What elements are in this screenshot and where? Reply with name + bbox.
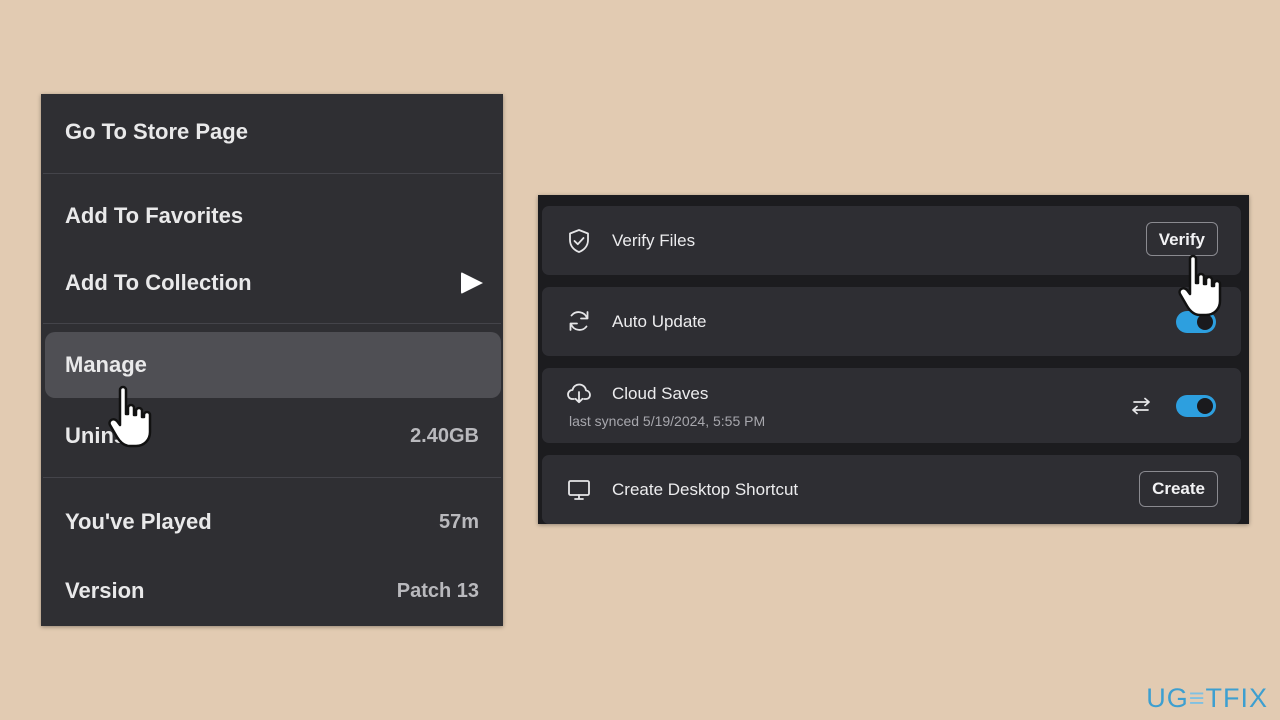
cloud-saves-row: Cloud Saves last synced 5/19/2024, 5:55 …: [542, 368, 1241, 443]
menu-divider: [43, 173, 501, 174]
create-desktop-shortcut-label: Create Desktop Shortcut: [612, 480, 799, 499]
verify-files-label: Verify Files: [612, 231, 696, 250]
create-shortcut-button[interactable]: Create: [1139, 471, 1218, 507]
refresh-icon: [566, 308, 592, 334]
hand-pointer-icon: [1176, 253, 1234, 319]
menu-item-add-to-collection[interactable]: Add To Collection: [45, 251, 501, 315]
menu-item-label: Manage: [65, 352, 147, 377]
menu-item-label: Add To Collection: [65, 270, 252, 295]
toggle-knob: [1197, 398, 1213, 414]
cloud-saves-label: Cloud Saves: [612, 384, 709, 403]
menu-divider: [43, 477, 501, 478]
verify-files-row: Verify Files Verify: [542, 206, 1241, 275]
play-arrow-icon: [461, 272, 483, 294]
create-desktop-shortcut-row: Create Desktop Shortcut Create: [542, 455, 1241, 524]
verify-button[interactable]: Verify: [1145, 222, 1218, 256]
menu-item-label: Version: [65, 578, 145, 603]
shield-check-icon: [566, 228, 592, 254]
cloud-download-icon: [566, 380, 592, 406]
menu-divider: [43, 323, 501, 324]
version-value: Patch 13: [396, 579, 479, 602]
menu-item-add-to-favorites[interactable]: Add To Favorites: [45, 184, 501, 248]
auto-update-row: Auto Update: [542, 287, 1241, 356]
monitor-icon: [566, 477, 592, 503]
menu-item-version: Version Patch 13: [45, 559, 501, 623]
hand-pointer-icon: [106, 384, 164, 450]
cloud-saves-toggle[interactable]: [1176, 395, 1216, 417]
swap-arrows-icon[interactable]: [1129, 396, 1153, 416]
menu-item-label: You've Played: [65, 509, 212, 534]
watermark-logo: UG≡TFIX: [1146, 683, 1268, 713]
last-synced-text: last synced 5/19/2024, 5:55 PM: [569, 413, 766, 429]
game-settings-panel: Verify Files Verify Auto Update Cloud Sa…: [538, 195, 1249, 524]
played-time: 57m: [438, 510, 479, 533]
auto-update-label: Auto Update: [612, 312, 707, 331]
menu-item-label: Add To Favorites: [65, 203, 244, 228]
menu-item-youve-played: You've Played 57m: [45, 490, 501, 554]
menu-item-label: Go To Store Page: [65, 119, 248, 144]
context-menu: Go To Store Page Add To Favorites Add To…: [41, 94, 503, 626]
menu-item-go-to-store-page[interactable]: Go To Store Page: [45, 100, 501, 164]
install-size: 2.40GB: [410, 424, 479, 447]
